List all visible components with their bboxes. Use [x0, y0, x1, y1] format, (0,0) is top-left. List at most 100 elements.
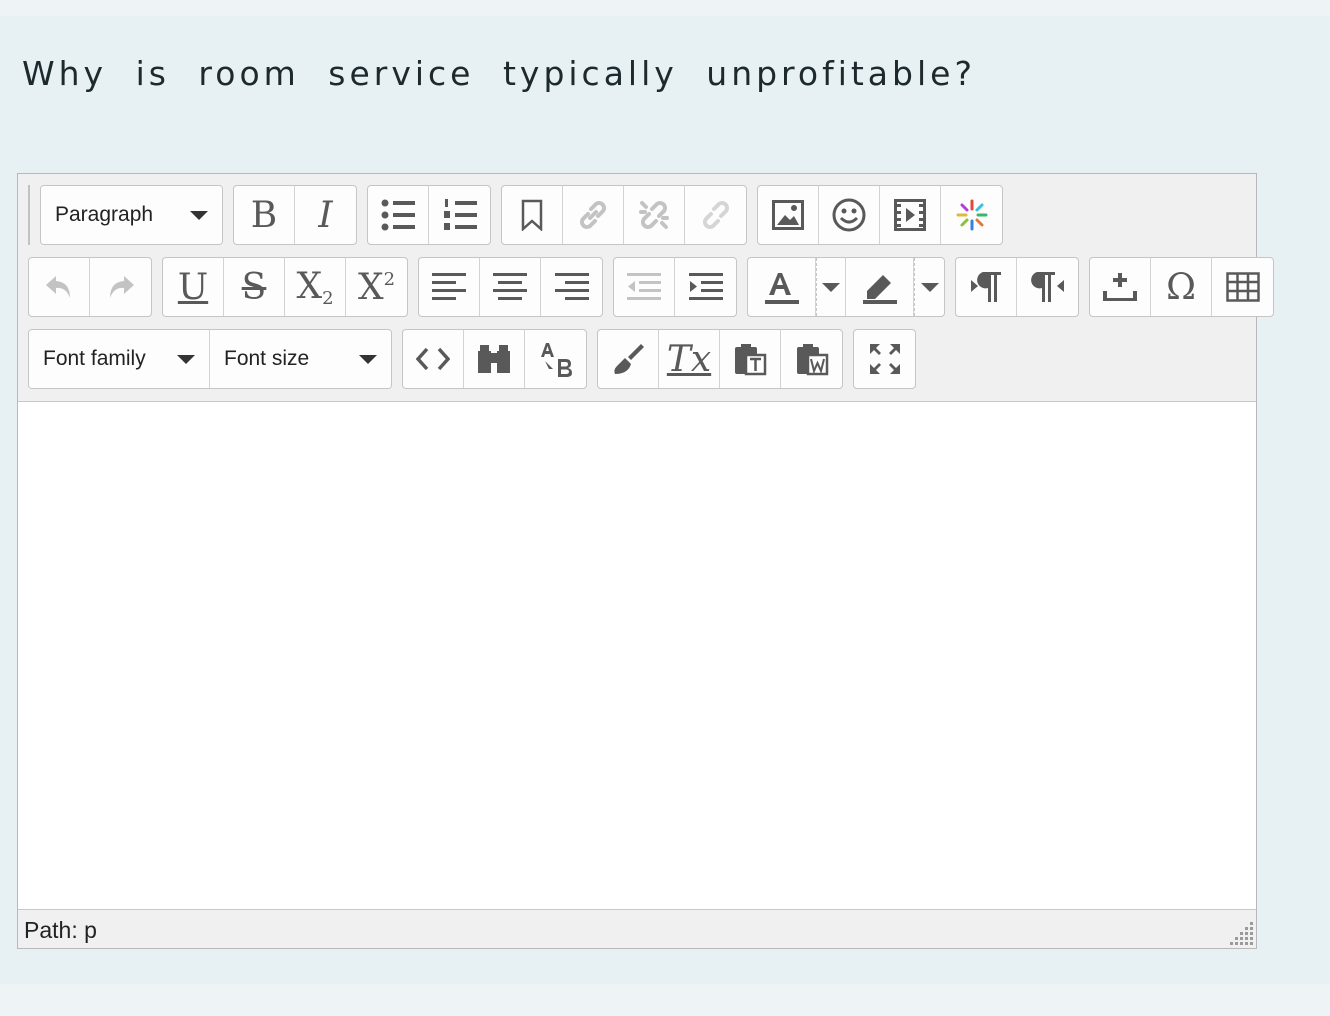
chevron-down-icon	[359, 354, 377, 364]
format-select[interactable]: Paragraph	[41, 186, 222, 244]
subscript-button[interactable]: X2	[285, 258, 346, 316]
bold-button[interactable]: B	[234, 186, 295, 244]
align-center-button[interactable]	[480, 258, 541, 316]
indent-group	[613, 257, 737, 317]
outdent-button[interactable]	[614, 258, 675, 316]
code-icon	[416, 347, 450, 371]
chevron-down-icon	[190, 210, 208, 220]
image-button[interactable]	[758, 186, 819, 244]
undo-button[interactable]	[29, 258, 90, 316]
rtl-button[interactable]	[1017, 258, 1078, 316]
history-group	[28, 257, 152, 317]
text-color-button[interactable]	[748, 258, 816, 316]
link-button[interactable]	[563, 186, 624, 244]
text-style-group: U S X2 X2	[162, 257, 408, 317]
editor-content-area[interactable]	[18, 401, 1256, 910]
ltr-button[interactable]	[956, 258, 1017, 316]
binoculars-icon	[478, 345, 510, 373]
upload-icon	[1103, 273, 1137, 301]
special-character-button[interactable]: Ω	[1151, 258, 1212, 316]
superscript-base: X	[357, 266, 384, 308]
rtl-icon	[1030, 272, 1064, 302]
clean-up-button[interactable]	[598, 330, 659, 388]
bold-icon: B	[250, 194, 278, 236]
background-color-dropdown[interactable]	[914, 258, 944, 316]
resize-handle-icon[interactable]	[1228, 920, 1254, 946]
redo-button[interactable]	[90, 258, 151, 316]
align-left-button[interactable]	[419, 258, 480, 316]
insert-group: Ω	[1089, 257, 1274, 317]
smiley-icon	[832, 198, 866, 232]
highlighter-icon	[862, 275, 897, 304]
sparkle-icon	[956, 199, 987, 231]
chevron-down-icon	[177, 354, 195, 364]
color-group	[747, 257, 945, 317]
underline-button[interactable]: U	[163, 258, 224, 316]
link-group	[501, 185, 747, 245]
format-group: Paragraph	[40, 185, 223, 245]
align-right-button[interactable]	[541, 258, 602, 316]
h5p-button[interactable]	[941, 186, 1002, 244]
align-center-icon	[493, 273, 527, 300]
strikethrough-button[interactable]: S	[224, 258, 285, 316]
element-path: Path: p	[24, 917, 97, 943]
spellcheck-icon	[540, 343, 572, 377]
media-button[interactable]	[880, 186, 941, 244]
list-group	[367, 185, 491, 245]
superscript-button[interactable]: X2	[346, 258, 407, 316]
subscript-base: X	[296, 265, 323, 307]
chevron-down-icon	[920, 282, 939, 292]
tools-group	[402, 329, 587, 389]
italic-icon: I	[318, 194, 333, 236]
upload-button[interactable]	[1090, 258, 1151, 316]
unlink-button[interactable]	[624, 186, 685, 244]
font-size-label: Font size	[224, 347, 310, 370]
format-select-label: Paragraph	[55, 203, 154, 226]
bullet-list-button[interactable]	[368, 186, 429, 244]
toolbar-row-2: U S X2 X2 Ω	[28, 255, 1284, 319]
bookmark-icon	[521, 199, 543, 231]
toolbar-grip	[28, 185, 34, 245]
anchor-button[interactable]	[502, 186, 563, 244]
subscript-index: 2	[322, 287, 334, 309]
undo-icon	[46, 276, 70, 298]
table-button[interactable]	[1212, 258, 1273, 316]
style-group: B I	[233, 185, 357, 245]
film-icon	[894, 199, 926, 231]
underline-icon: U	[177, 266, 209, 308]
align-left-icon	[432, 273, 466, 300]
fullscreen-button[interactable]	[854, 330, 915, 388]
superscript-index: 2	[383, 268, 396, 290]
italic-button[interactable]: I	[295, 186, 356, 244]
question-text: Why is room service typically unprofitab…	[22, 54, 976, 93]
paste-text-button[interactable]	[720, 330, 781, 388]
link-icon	[580, 201, 606, 229]
font-size-select[interactable]: Font size	[210, 330, 391, 388]
rich-text-editor: Paragraph B I U S X2 X2 Ω Font family Fo…	[17, 173, 1274, 949]
subscript-icon: X2	[296, 266, 333, 309]
broom-icon	[614, 344, 644, 374]
omega-icon: Ω	[1166, 266, 1196, 308]
table-icon	[1225, 272, 1260, 302]
link-extra-button[interactable]	[685, 186, 746, 244]
strikethrough-icon: S	[241, 266, 267, 308]
emoticon-button[interactable]	[819, 186, 880, 244]
editor-toolbar: Paragraph B I U S X2 X2 Ω Font family Fo…	[18, 174, 1274, 401]
spellcheck-button[interactable]	[525, 330, 586, 388]
font-family-select[interactable]: Font family	[29, 330, 210, 388]
toolbar-row-3: Font family Font size Tx	[28, 327, 926, 391]
clear-formatting-button[interactable]: Tx	[659, 330, 720, 388]
paste-word-button[interactable]	[781, 330, 842, 388]
paste-text-icon	[735, 344, 767, 376]
background-color-button[interactable]	[846, 258, 914, 316]
source-code-button[interactable]	[403, 330, 464, 388]
direction-group	[955, 257, 1079, 317]
text-color-icon	[764, 273, 799, 304]
numbered-list-button[interactable]	[429, 186, 490, 244]
view-group	[853, 329, 916, 389]
font-group: Font family Font size	[28, 329, 392, 389]
superscript-icon: X2	[358, 267, 395, 308]
text-color-dropdown[interactable]	[816, 258, 846, 316]
find-replace-button[interactable]	[464, 330, 525, 388]
indent-button[interactable]	[675, 258, 736, 316]
